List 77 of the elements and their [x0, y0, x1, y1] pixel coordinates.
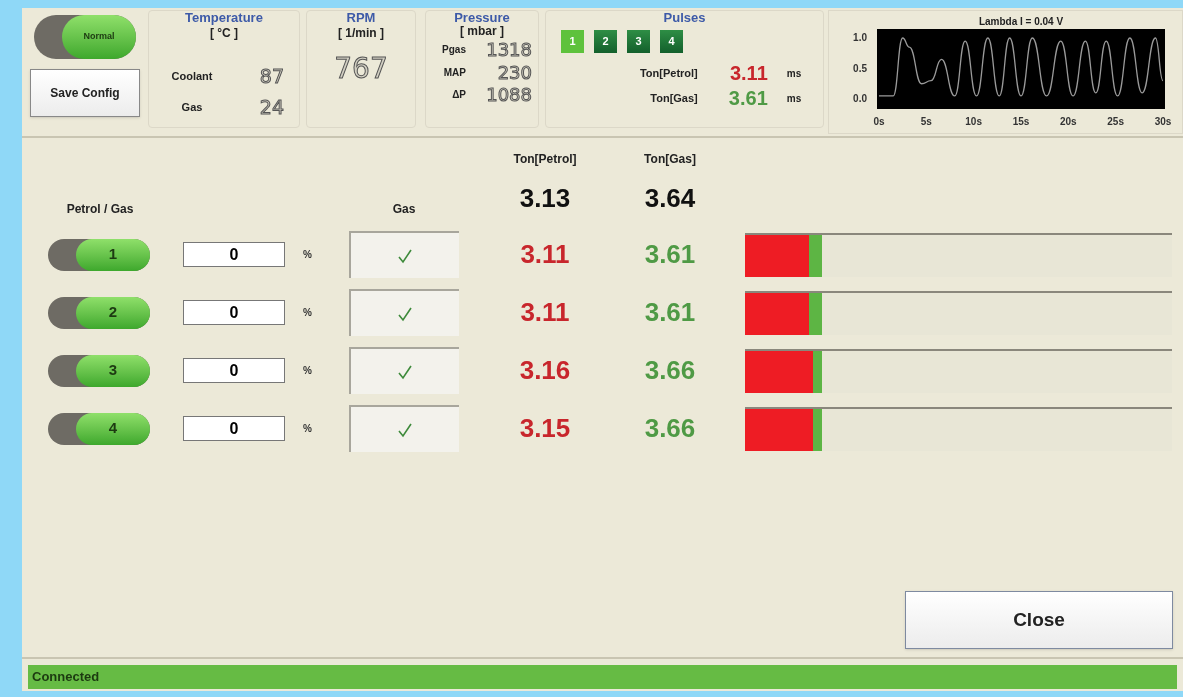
reading-value: 87	[259, 64, 284, 89]
panel-title: RPM	[346, 11, 376, 24]
column-header: Gas	[391, 201, 417, 218]
petrol-ton-value: 3.16	[518, 354, 572, 387]
toggle-switch[interactable]: 4	[48, 412, 150, 445]
reading-value: 230	[497, 61, 532, 84]
pulse-value: 3.11	[728, 61, 768, 86]
reading-label: Pgas	[441, 44, 466, 57]
gas-checkbox[interactable]	[349, 289, 459, 336]
unit-label: [ °C ]	[209, 25, 239, 42]
gas-ton-value: 3.61	[643, 296, 697, 329]
percent-field[interactable]: 0	[183, 358, 285, 383]
pulse-value: 3.61	[727, 86, 768, 111]
reference-value: 3.64	[643, 181, 697, 215]
gas-ton-value: 3.61	[643, 238, 697, 271]
petrol-ton-value: 3.11	[519, 238, 571, 271]
percent-field[interactable]: 0	[183, 242, 285, 267]
close-button[interactable]: Close	[905, 591, 1173, 649]
pulse-indicator: 4	[660, 30, 683, 53]
column-header: Petrol / Gas	[65, 201, 135, 218]
gas-ton-value: 3.66	[643, 354, 697, 387]
toggle-switch[interactable]: 2	[48, 296, 150, 329]
reading-label: Ton[Gas]	[649, 91, 698, 107]
unit-label: %	[303, 422, 313, 436]
rpm-value: 767	[334, 51, 388, 87]
unit-label: ms	[786, 92, 802, 106]
gas-checkbox[interactable]	[349, 405, 459, 452]
x-axis-label: 20s	[1060, 116, 1077, 127]
pulse-indicator: 1	[561, 30, 584, 53]
x-axis-label: 0s	[873, 116, 885, 127]
reading-label: Gas	[180, 99, 204, 115]
gas-checkbox[interactable]	[349, 347, 459, 394]
reading-value: 24	[259, 94, 284, 120]
gas-checkbox[interactable]	[349, 231, 459, 278]
y-axis-label: 0.0	[853, 93, 867, 104]
status-bar: Connected	[28, 665, 1177, 689]
x-axis-label: 15s	[1012, 116, 1030, 127]
pulse-indicator: 2	[594, 30, 617, 53]
save-config-button[interactable]: Save Config	[30, 69, 140, 117]
reference-value: 3.13	[518, 181, 572, 215]
x-axis-label: 30s	[1154, 116, 1172, 127]
reading-value: 1088	[486, 84, 532, 107]
check-icon	[397, 421, 413, 438]
x-axis-label: 5s	[920, 116, 932, 127]
pulse-indicator: 3	[627, 30, 650, 53]
petrol-ton-value: 3.15	[518, 412, 572, 445]
toggle-switch[interactable]: Normal	[34, 15, 136, 59]
percent-field[interactable]: 0	[183, 416, 285, 441]
check-icon	[397, 363, 413, 380]
percent-field[interactable]: 0	[183, 300, 285, 325]
panel-title: Pressure	[454, 11, 510, 24]
panel-title: Temperature	[185, 11, 263, 24]
toggle-switch[interactable]: 3	[48, 354, 150, 387]
petrol-ton-value: 3.11	[519, 296, 571, 329]
check-icon	[397, 305, 413, 322]
reading-label: Ton[Petrol]	[638, 66, 698, 82]
gas-ton-value: 3.66	[643, 412, 697, 445]
reading-label: MAP	[442, 66, 466, 79]
reading-label: Coolant	[170, 69, 214, 84]
unit-label: [ 1/min ]	[338, 25, 384, 42]
unit-label: %	[303, 364, 313, 378]
unit-label: ms	[786, 67, 802, 81]
column-header: Ton[Petrol]	[512, 151, 578, 168]
unit-label: [ mbar ]	[460, 24, 504, 39]
column-header: Ton[Gas]	[643, 151, 697, 168]
x-axis-label: 25s	[1107, 116, 1124, 127]
reading-label: ΔP	[451, 89, 466, 102]
chart-title: Lambda I = 0.04 V	[978, 16, 1064, 27]
toggle-switch[interactable]: 1	[48, 238, 150, 271]
unit-label: %	[303, 248, 313, 262]
y-axis-label: 1.0	[853, 32, 867, 43]
panel-title: Pulses	[663, 11, 706, 24]
reading-value: 1318	[486, 39, 532, 62]
unit-label: %	[303, 306, 313, 320]
x-axis-label: 10s	[965, 116, 982, 127]
y-axis-label: 0.5	[853, 62, 867, 74]
check-icon	[397, 247, 413, 264]
